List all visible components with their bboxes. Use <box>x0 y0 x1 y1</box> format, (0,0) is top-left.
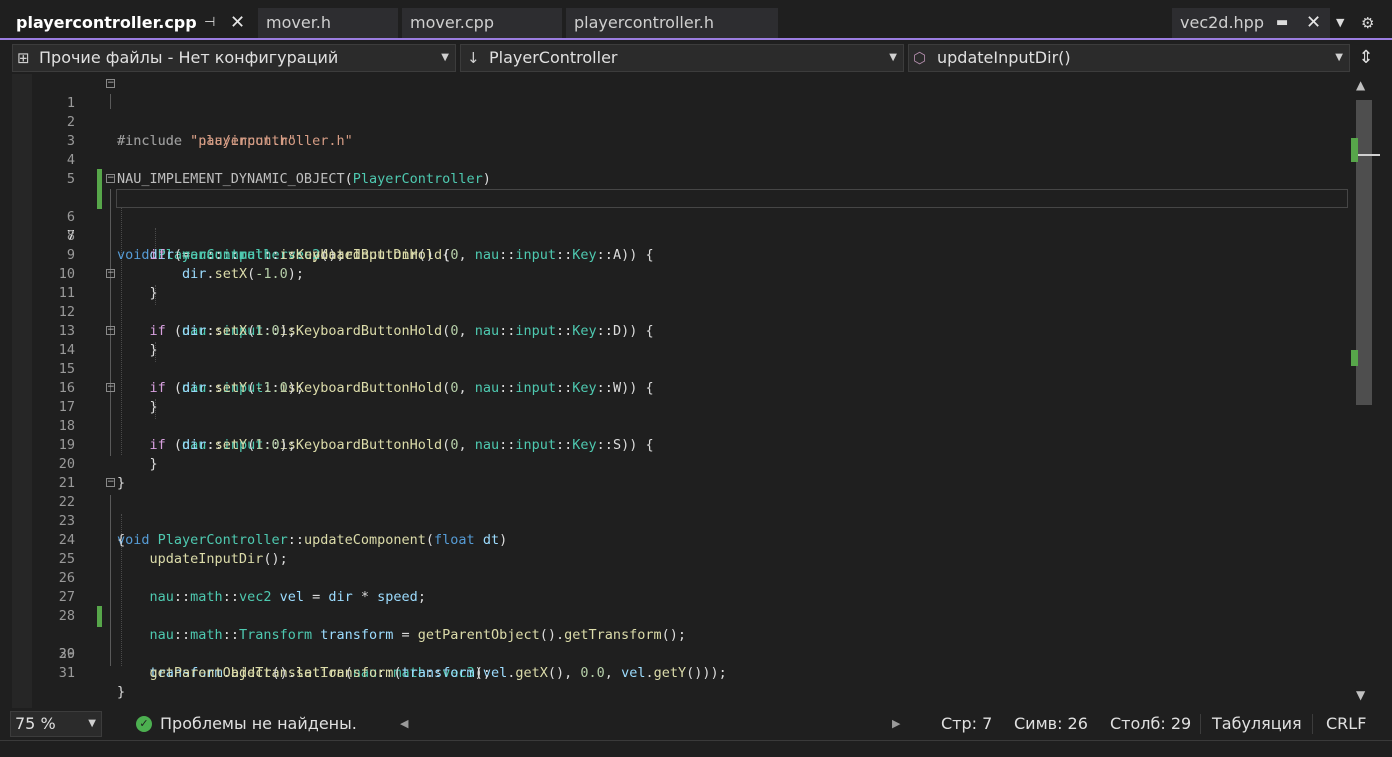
code-line[interactable]: 1 − #include "playercontroller.h" <box>0 75 1352 150</box>
line-ending-indicator[interactable]: CRLF <box>1326 708 1366 740</box>
tab-label: vec2d.hpp <box>1180 13 1264 32</box>
scroll-down-icon[interactable]: ▼ <box>1356 688 1365 702</box>
code-line[interactable]: 2 #include "nau/input.h" <box>0 94 1352 149</box>
tab-label: mover.cpp <box>410 13 494 32</box>
change-marker <box>97 169 102 190</box>
code-line[interactable]: 25 <box>0 531 1352 567</box>
line-indicator[interactable]: Стр: 7 <box>941 708 992 740</box>
change-map-marker <box>1351 138 1358 162</box>
pin-icon[interactable]: ⊣ <box>204 8 215 38</box>
chevron-down-icon: ▼ <box>1335 52 1343 63</box>
code-line[interactable]: 11 − if (nau::input::isKeyboardButtonHol… <box>0 265 1352 340</box>
tab-mover-cpp[interactable]: mover.cpp <box>402 8 562 38</box>
scrollbar-thumb[interactable] <box>1356 100 1372 405</box>
member-dropdown[interactable]: ⬡ updateInputDir() ▼ <box>908 44 1350 72</box>
promote-preview-icon[interactable]: ▬ <box>1276 8 1288 38</box>
code-line[interactable]: 29 transform.addTranslation(nau::math::v… <box>0 606 1352 681</box>
check-circle-icon[interactable]: ✓ <box>136 716 152 732</box>
scroll-up-icon[interactable]: ▲ <box>1356 78 1365 92</box>
column-indicator[interactable]: Столб: 29 <box>1110 708 1191 740</box>
code-line[interactable]: 15 dir.setY(-1.0); <box>0 341 1352 396</box>
tab-label: playercontroller.h <box>574 13 715 32</box>
gear-icon[interactable]: ⚙ <box>1361 8 1374 38</box>
code-line[interactable]: 3 <box>0 113 1352 149</box>
code-line-current[interactable]: 7 dir = nau::math::vec2(); <box>0 188 1352 263</box>
navigation-bar: ⊞ Прочие файлы - Нет конфигураций ▼ ↓ Pl… <box>0 40 1392 74</box>
close-icon[interactable]: ✕ <box>1306 8 1321 38</box>
zoom-dropdown[interactable]: 75 % ▼ <box>10 711 102 737</box>
tab-label: mover.h <box>266 13 332 32</box>
tab-mover-h[interactable]: mover.h <box>258 8 398 38</box>
chevron-down-icon: ▼ <box>441 52 449 63</box>
caret-position-marker <box>1358 154 1380 156</box>
code-line[interactable]: 14 − if (nau::input::isKeyboardButtonHol… <box>0 322 1352 397</box>
char-indicator[interactable]: Симв: 26 <box>1014 708 1088 740</box>
scope-dropdown[interactable]: ↓ PlayerController ▼ <box>460 44 904 72</box>
chevron-down-icon: ▼ <box>889 52 897 63</box>
code-line[interactable]: 5 <box>0 151 1352 187</box>
code-line[interactable]: 24 updateInputDir(); <box>0 512 1352 567</box>
change-marker <box>97 606 102 627</box>
code-line[interactable]: 6 − void PlayerController::updateInputDi… <box>0 169 1352 263</box>
code-line[interactable]: 10 } <box>0 246 1352 301</box>
divider <box>1312 714 1313 734</box>
code-line[interactable]: 13 } <box>0 303 1352 358</box>
code-line[interactable]: 19 } <box>0 417 1352 472</box>
code-line[interactable]: 20 } <box>0 436 1352 491</box>
scroll-left-icon[interactable]: ◀ <box>400 708 408 740</box>
close-icon[interactable]: ✕ <box>230 8 245 38</box>
editor-status-bar: 75 % ▼ ✓ Проблемы не найдены. ◀ ▶ Стр: 7… <box>0 708 1392 740</box>
code-line[interactable]: 26 nau::math::vec2 vel = dir * speed; <box>0 550 1352 605</box>
panel-divider <box>0 740 1392 757</box>
line-number: 31 <box>58 665 75 681</box>
code-line[interactable]: 27 <box>0 569 1352 605</box>
code-line[interactable]: 17 − if (nau::input::isKeyboardButtonHol… <box>0 379 1352 454</box>
project-icon: ⊞ <box>17 49 30 67</box>
tab-playercontroller-cpp[interactable]: playercontroller.cpp ⊣ ✕ <box>8 8 258 38</box>
code-line[interactable]: 16 } <box>0 360 1352 415</box>
collapse-icon[interactable]: − <box>106 326 115 335</box>
code-line[interactable]: 30 getParentObject().setTransform(transf… <box>0 626 1352 681</box>
document-tab-strip: playercontroller.cpp ⊣ ✕ mover.h mover.c… <box>0 0 1392 40</box>
code-line[interactable]: 9 dir.setX(-1.0); <box>0 227 1352 282</box>
code-line[interactable]: 23 { <box>0 493 1352 548</box>
chevron-down-icon: ▼ <box>88 718 96 729</box>
tab-vec2d-hpp[interactable]: vec2d.hpp ▬ ✕ <box>1172 8 1330 38</box>
collapse-icon[interactable]: − <box>106 478 115 487</box>
code-line[interactable]: 21 <box>0 455 1352 491</box>
member-label: updateInputDir() <box>937 48 1071 67</box>
divider <box>1200 714 1201 734</box>
tab-overflow-dropdown-icon[interactable]: ▼ <box>1336 8 1344 38</box>
scope-arrow-icon: ↓ <box>467 49 480 67</box>
tab-label: playercontroller.cpp <box>16 13 197 32</box>
method-cube-icon: ⬡ <box>913 49 927 67</box>
code-line[interactable]: 22 − void PlayerController::updateCompon… <box>0 474 1352 549</box>
project-label: Прочие файлы - Нет конфигураций <box>39 48 339 67</box>
tab-playercontroller-h[interactable]: playercontroller.h <box>566 8 778 38</box>
code-line[interactable]: 12 dir.setX(1.0); <box>0 284 1352 339</box>
code-line[interactable]: 28 nau::math::Transform transform = getP… <box>0 588 1352 643</box>
code-line[interactable]: 4 NAU_IMPLEMENT_DYNAMIC_OBJECT(PlayerCon… <box>0 132 1352 187</box>
change-marker <box>97 188 102 209</box>
change-map-marker <box>1351 350 1358 366</box>
code-line[interactable]: 8 if (nau::input::isKeyboardButtonHold(0… <box>0 208 1352 263</box>
zoom-value: 75 % <box>15 714 56 733</box>
problems-status[interactable]: Проблемы не найдены. <box>160 708 357 740</box>
scope-label: PlayerController <box>489 48 618 67</box>
collapse-icon[interactable]: − <box>106 79 115 88</box>
collapse-icon[interactable]: − <box>106 383 115 392</box>
collapse-icon[interactable]: − <box>106 269 115 278</box>
project-dropdown[interactable]: ⊞ Прочие файлы - Нет конфигураций ▼ <box>12 44 456 72</box>
code-line[interactable]: 18 dir.setY(1.0); <box>0 398 1352 453</box>
collapse-icon[interactable]: − <box>106 174 115 183</box>
scroll-right-icon[interactable]: ▶ <box>892 708 900 740</box>
code-line[interactable]: 31 } <box>0 645 1352 700</box>
split-window-icon[interactable]: ⇕ <box>1352 44 1380 72</box>
indentation-indicator[interactable]: Табуляция <box>1212 708 1302 740</box>
